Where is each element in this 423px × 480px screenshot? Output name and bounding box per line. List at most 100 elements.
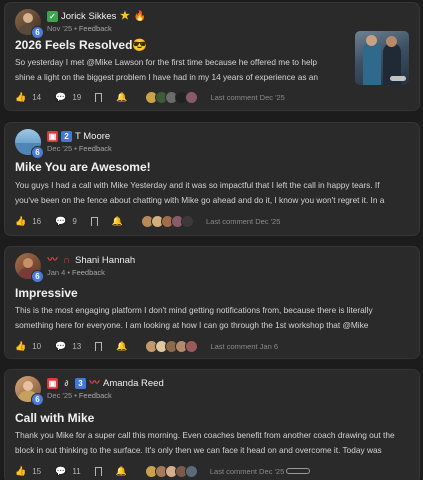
preview-line: You guys I had a call with Mike Yesterda… — [15, 180, 380, 190]
preview-line: Thank you Mike for a super call this mor… — [15, 430, 395, 440]
paint-stroke-icon: 〰 — [47, 254, 58, 266]
thumbs-up-icon: 👍 — [15, 216, 27, 226]
last-comment: Last comment Dec '25 — [206, 216, 281, 226]
bookmark-button[interactable] — [95, 341, 103, 354]
comment-button[interactable]: 💬 11 — [55, 466, 81, 476]
commenter-avatars[interactable] — [141, 214, 195, 228]
author-name[interactable]: Amanda Reed — [103, 378, 164, 389]
commenter-avatars[interactable] — [144, 464, 198, 478]
post-footer: 👍 15 💬 11 🔔 Last comment Dec '25 — [15, 463, 284, 479]
paperclip-icon: ∂ — [64, 378, 69, 388]
author-name[interactable]: Shani Hannah — [75, 255, 135, 266]
follow-button[interactable]: 🔔 — [116, 466, 127, 476]
author-line: ▣ 2 T Moore — [47, 129, 110, 143]
bookmark-button[interactable] — [95, 92, 103, 105]
star-icon: ★ — [120, 9, 130, 22]
author-line: ▣ ∂ 3 〰 Amanda Reed — [47, 376, 164, 390]
comment-count: 13 — [72, 341, 82, 351]
author-avatar[interactable]: 6 — [15, 253, 44, 283]
like-count: 10 — [32, 341, 42, 351]
thumbs-up-icon: 👍 — [15, 341, 27, 351]
post-footer: 👍 16 💬 9 🔔 Last comment Dec '25 — [15, 213, 280, 229]
bookmark-button[interactable] — [94, 466, 102, 479]
last-comment: Last comment Dec '25 — [210, 92, 285, 102]
preview-line: block in out thinking to the surface. It… — [15, 445, 382, 455]
post-title[interactable]: Mike You are Awesome! — [15, 160, 151, 174]
like-button[interactable]: 👍 10 — [15, 341, 41, 351]
number-two-icon: 2 — [61, 130, 72, 142]
comment-icon: 💬 — [55, 466, 67, 476]
last-comment: Last comment Dec '25 — [209, 466, 285, 476]
post-preview: You guys I had a call with Mike Yesterda… — [15, 178, 415, 208]
author-avatar[interactable]: 6 — [15, 129, 44, 159]
post-preview: Thank you Mike for a super call this mor… — [15, 428, 415, 458]
post-header: 6 ▣ ∂ 3 〰 Amanda Reed Dec '25 • Feedback — [15, 376, 355, 406]
follow-button[interactable]: 🔔 — [116, 92, 127, 102]
post-footer: 👍 10 💬 13 🔔 Last comment Jan 6 — [15, 338, 278, 354]
post-preview: So yesterday I met @Mike Lawson for the … — [15, 55, 355, 85]
magnet-icon: ∩ — [62, 254, 71, 266]
post-meta: Jan 4 • Feedback — [47, 268, 105, 277]
preview-line: This is the most engaging platform I don… — [15, 305, 373, 315]
comment-button[interactable]: 💬 13 — [55, 341, 81, 351]
author-avatar[interactable]: 6 — [15, 376, 44, 406]
comment-button[interactable]: 💬 19 — [55, 92, 81, 102]
like-count: 15 — [32, 466, 42, 476]
post-meta: Dec '25 • Feedback — [47, 391, 112, 400]
follow-button[interactable]: 🔔 — [116, 341, 127, 351]
post-card[interactable]: 6 〰 ∩ Shani Hannah Jan 4 • Feedback Impres… — [4, 246, 420, 359]
commenter-avatar — [181, 214, 195, 228]
comment-count: 9 — [72, 216, 77, 226]
bell-icon: 🔔 — [115, 466, 127, 476]
like-count: 14 — [32, 92, 42, 102]
post-header: 6 ▣ 2 T Moore Dec '25 • Feedback — [15, 129, 355, 159]
like-button[interactable]: 👍 14 — [15, 92, 41, 102]
last-comment: Last comment Jan 6 — [210, 341, 279, 351]
number-three-icon: 3 — [75, 377, 86, 389]
post-category[interactable]: Feedback — [79, 144, 112, 153]
follow-button[interactable]: 🔔 — [112, 216, 123, 226]
commenter-avatar — [185, 90, 199, 104]
commenter-avatars[interactable] — [145, 90, 199, 104]
author-avatar[interactable]: 6 — [15, 9, 44, 39]
post-card[interactable]: 6 ✓ Jorick Sikkes ★ 🔥 Nov '25 • Feedback 2… — [4, 2, 420, 111]
post-meta: Nov '25 • Feedback — [47, 24, 112, 33]
post-title[interactable]: Call with Mike — [15, 411, 94, 425]
author-line: 〰 ∩ Shani Hannah — [47, 253, 136, 267]
post-card[interactable]: 6 ▣ 2 T Moore Dec '25 • Feedback Mike You … — [4, 122, 420, 236]
post-category[interactable]: Feedback — [72, 268, 105, 277]
like-button[interactable]: 👍 15 — [15, 466, 41, 476]
bell-icon: 🔔 — [116, 341, 128, 351]
post-header: 6 ✓ Jorick Sikkes ★ 🔥 Nov '25 • Feedback — [15, 9, 355, 39]
comment-count: 19 — [72, 92, 82, 102]
post-preview: This is the most engaging platform I don… — [15, 303, 415, 333]
bookmark-icon — [95, 341, 103, 354]
like-button[interactable]: 👍 16 — [15, 216, 41, 226]
scroll-indicator[interactable] — [286, 468, 310, 474]
comment-button[interactable]: 💬 9 — [55, 216, 77, 226]
post-title[interactable]: Impressive — [15, 286, 78, 300]
post-date: Jan 4 — [47, 268, 66, 277]
post-card[interactable]: 6 ▣ ∂ 3 〰 Amanda Reed Dec '25 • Feedback C… — [4, 369, 420, 480]
paint-stroke-icon: 〰 — [89, 377, 100, 389]
post-category[interactable]: Feedback — [79, 391, 112, 400]
fire-icon: 🔥 — [133, 10, 146, 22]
bookmark-button[interactable] — [90, 216, 98, 229]
post-date: Dec '25 — [47, 391, 73, 400]
preview-line: you've been on the fence about chatting … — [15, 195, 385, 205]
red-badge-icon: ▣ — [47, 377, 58, 389]
comment-count: 11 — [72, 466, 81, 476]
author-name[interactable]: T Moore — [75, 131, 110, 142]
post-header: 6 〰 ∩ Shani Hannah Jan 4 • Feedback — [15, 253, 355, 283]
post-footer: 👍 14 💬 19 🔔 Last comment Dec '25 — [15, 89, 285, 105]
post-category[interactable]: Feedback — [79, 24, 112, 33]
post-thumbnail[interactable] — [355, 31, 409, 85]
like-count: 16 — [32, 216, 42, 226]
author-name[interactable]: Jorick Sikkes — [61, 11, 116, 22]
check-badge-icon: ✓ — [47, 10, 58, 22]
bookmark-icon — [95, 92, 103, 105]
post-title[interactable]: 2026 Feels Resolved😎 — [15, 38, 147, 52]
preview-line: shine a light on the biggest problem I h… — [15, 72, 319, 82]
commenter-avatars[interactable] — [145, 339, 199, 353]
commenter-avatar — [184, 464, 198, 478]
